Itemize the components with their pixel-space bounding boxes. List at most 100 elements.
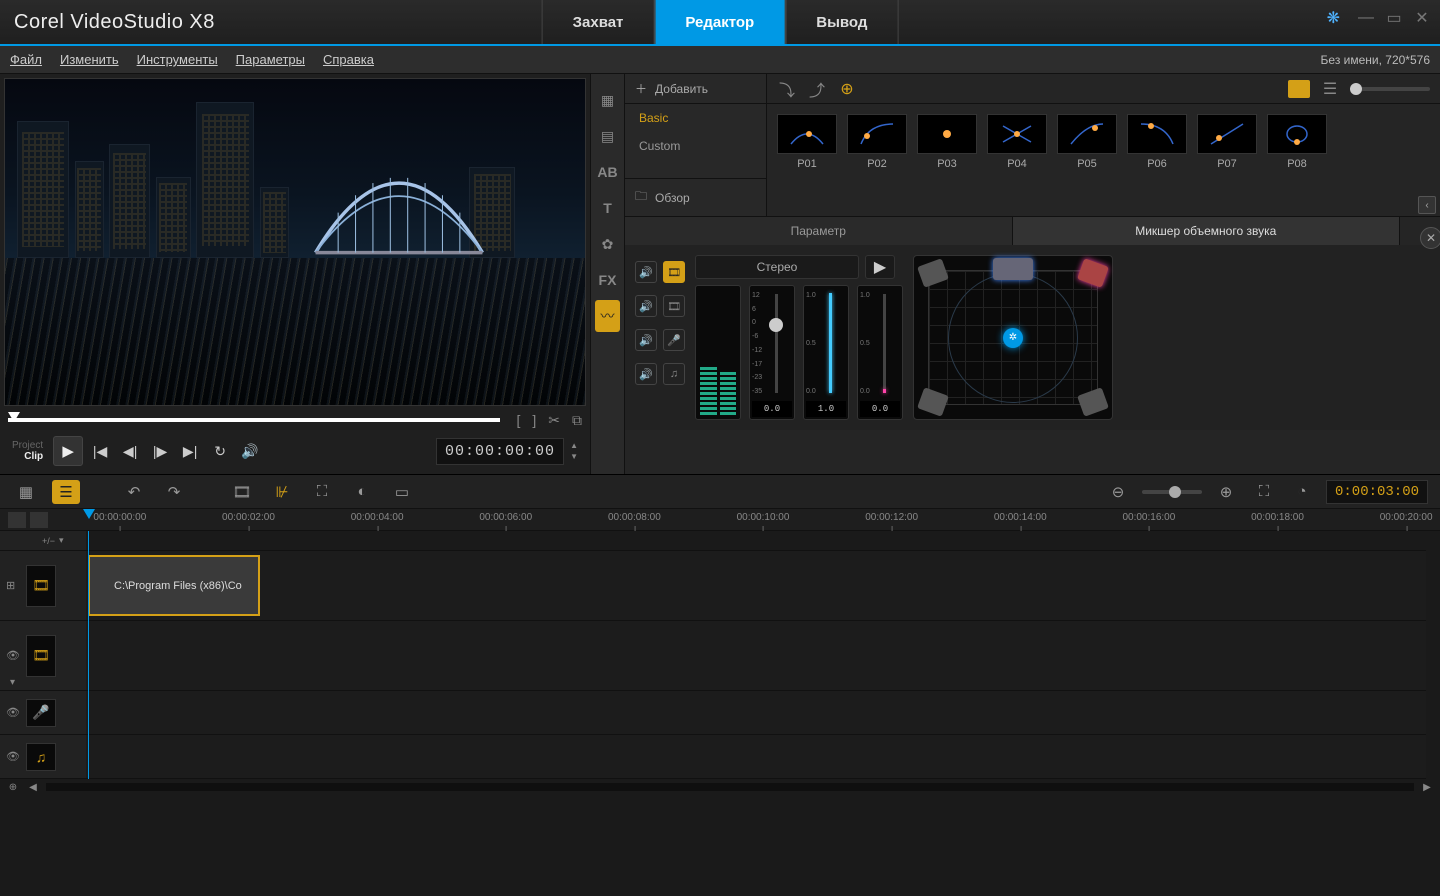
video-clip[interactable]: C:\Program Files (x86)\Co: [88, 555, 260, 616]
play-button[interactable]: ▶: [53, 436, 83, 466]
preset-p02[interactable]: P02: [847, 114, 907, 170]
fit-project-button[interactable]: ⛶: [1250, 480, 1278, 504]
share-icon[interactable]: ❋: [1327, 8, 1340, 28]
sort-icon[interactable]: ⊕: [837, 79, 857, 99]
audio-view-button[interactable]: ⊮: [268, 480, 296, 504]
music-track-header[interactable]: 👁♫: [0, 735, 86, 779]
mute-overlay-button[interactable]: 🔊: [635, 295, 657, 317]
maximize-button[interactable]: ▭: [1386, 11, 1402, 25]
preset-p03[interactable]: P03: [917, 114, 977, 170]
rail-title-icon[interactable]: AB: [591, 156, 624, 188]
chevron-down-icon[interactable]: ▾: [10, 677, 15, 688]
tc-up-icon[interactable]: ▲: [570, 441, 578, 450]
track-toggle-button[interactable]: +/−▾: [0, 531, 86, 551]
preset-p08[interactable]: P08: [1267, 114, 1327, 170]
menu-tools[interactable]: Инструменты: [137, 52, 218, 67]
timeline-zoom-slider[interactable]: [1142, 490, 1202, 494]
preset-p04[interactable]: P04: [987, 114, 1047, 170]
list-view-button[interactable]: ☰: [1320, 79, 1340, 99]
select-overlay-track[interactable]: 🎞: [663, 295, 685, 317]
left-fader[interactable]: 1.00.50.0 1.0: [803, 285, 849, 420]
mode-tab-capture[interactable]: Захват: [542, 0, 655, 44]
record-button[interactable]: 🎞: [228, 480, 256, 504]
rail-transition-icon[interactable]: ▤: [591, 120, 624, 152]
category-basic[interactable]: Basic: [625, 104, 766, 132]
rail-graphic-icon[interactable]: ✿: [591, 228, 624, 260]
gain-fader[interactable]: 1260-6-12-17-23-35 0.0: [749, 285, 795, 420]
video-track[interactable]: C:\Program Files (x86)\Co: [86, 551, 1426, 621]
preset-p07[interactable]: P07: [1197, 114, 1257, 170]
go-end-button[interactable]: ▶|: [177, 438, 203, 464]
storyboard-view-button[interactable]: ▦: [12, 480, 40, 504]
vertical-scrollbar[interactable]: [1426, 531, 1440, 779]
right-fader[interactable]: 1.00.50.0 0.0: [857, 285, 903, 420]
mixer-tab-surround[interactable]: Микшер объемного звука: [1013, 217, 1401, 245]
mute-voice-button[interactable]: 🔊: [635, 329, 657, 351]
multi-trim-button[interactable]: ▭: [388, 480, 416, 504]
surround-field[interactable]: ✲: [913, 255, 1113, 420]
mark-out-icon[interactable]: ]: [532, 412, 536, 429]
preset-p05[interactable]: P05: [1057, 114, 1117, 170]
scroll-right-button[interactable]: ▶: [1420, 781, 1434, 793]
scroll-left-button[interactable]: ◀: [26, 781, 40, 793]
scrub-bar[interactable]: [ ] ✂ ⧉: [4, 406, 586, 428]
volume-button[interactable]: 🔊: [237, 438, 263, 464]
mode-tab-output[interactable]: Вывод: [785, 0, 898, 44]
ruler-mode-b[interactable]: [30, 512, 48, 528]
undo-button[interactable]: ↶: [120, 480, 148, 504]
scrub-handle[interactable]: [8, 412, 20, 422]
go-start-button[interactable]: |◀: [87, 438, 113, 464]
timeline-view-button[interactable]: ☰: [52, 480, 80, 504]
fader-knob[interactable]: [769, 318, 783, 332]
menu-help[interactable]: Справка: [323, 52, 374, 67]
thumb-zoom-slider[interactable]: [1350, 87, 1430, 91]
preview-video[interactable]: [4, 78, 586, 406]
rail-path-icon[interactable]: 〰: [595, 300, 620, 332]
cut-icon[interactable]: ✂: [548, 412, 560, 429]
preview-timecode[interactable]: 00:00:00:00: [436, 438, 564, 465]
mute-music-button[interactable]: 🔊: [635, 363, 657, 385]
subtitle-button[interactable]: ◐: [348, 480, 376, 504]
next-frame-button[interactable]: |▶: [147, 438, 173, 464]
snapshot-icon[interactable]: ⧉: [572, 412, 582, 429]
project-duration-icon[interactable]: ◔: [1288, 480, 1316, 504]
mark-in-icon[interactable]: [: [516, 412, 520, 429]
select-voice-track[interactable]: 🎤: [663, 329, 685, 351]
ruler-mode-a[interactable]: [8, 512, 26, 528]
mixer-tab-param[interactable]: Параметр: [625, 217, 1013, 245]
music-track[interactable]: [86, 735, 1426, 779]
voice-track[interactable]: [86, 691, 1426, 735]
mode-clip-label[interactable]: Clip: [12, 451, 43, 462]
menu-edit[interactable]: Изменить: [60, 52, 119, 67]
voice-track-header[interactable]: 👁🎤: [0, 691, 86, 735]
minimize-button[interactable]: —: [1358, 11, 1374, 25]
redo-button[interactable]: ↷: [160, 480, 188, 504]
surround-position-handle[interactable]: ✲: [1003, 328, 1023, 348]
overlay-track-header[interactable]: 👁🎞▾: [0, 621, 86, 691]
zoom-in-button[interactable]: ⊕: [1212, 480, 1240, 504]
tracks-area[interactable]: C:\Program Files (x86)\Co: [86, 531, 1426, 779]
menu-file[interactable]: Файл: [10, 52, 42, 67]
mode-tab-edit[interactable]: Редактор: [654, 0, 785, 44]
thumbnail-view-button[interactable]: [1288, 80, 1310, 98]
speaker-center-icon[interactable]: [993, 258, 1033, 280]
zoom-out-button[interactable]: ⊖: [1104, 480, 1132, 504]
close-button[interactable]: ✕: [1414, 11, 1430, 25]
review-button[interactable]: 🗀Обзор: [625, 178, 766, 216]
preset-p06[interactable]: P06: [1127, 114, 1187, 170]
mixer-close-button[interactable]: ✕: [1420, 227, 1440, 249]
export-icon[interactable]: ⤴: [807, 79, 827, 99]
video-track-header[interactable]: ⊞🎞: [0, 551, 86, 621]
tc-down-icon[interactable]: ▼: [570, 452, 578, 461]
select-video-track[interactable]: 🎞: [663, 261, 685, 283]
prev-frame-button[interactable]: ◀|: [117, 438, 143, 464]
chapter-button[interactable]: ⛶: [308, 480, 336, 504]
category-custom[interactable]: Custom: [625, 132, 766, 160]
menu-options[interactable]: Параметры: [236, 52, 305, 67]
add-track-button[interactable]: ⊕: [6, 781, 20, 793]
timeline-ruler[interactable]: 00:00:00:00 00:00:02:00 00:00:04:00 00:0…: [0, 509, 1440, 531]
overlay-track[interactable]: [86, 621, 1426, 691]
mode-project-label[interactable]: Project: [12, 440, 43, 451]
mixer-play-button[interactable]: ▶: [865, 255, 895, 279]
repeat-button[interactable]: ↻: [207, 438, 233, 464]
